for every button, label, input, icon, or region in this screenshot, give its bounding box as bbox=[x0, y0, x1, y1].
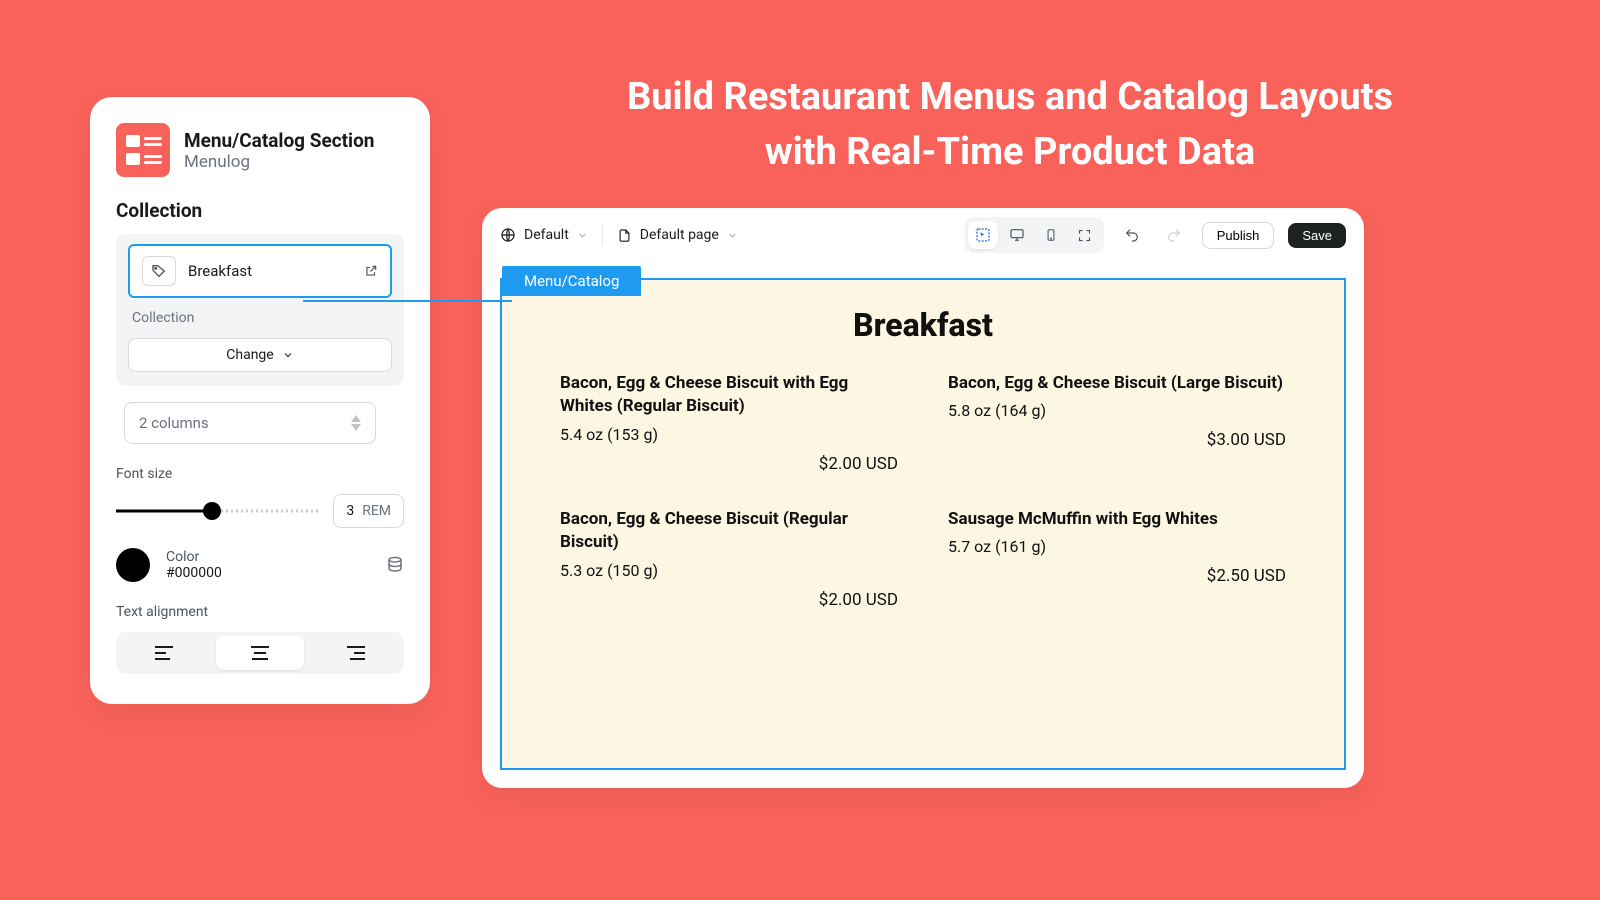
color-label: Color bbox=[166, 549, 370, 565]
editor-card: Default Default page bbox=[482, 208, 1364, 788]
menu-item-name: Bacon, Egg & Cheese Biscuit (Large Biscu… bbox=[948, 372, 1286, 395]
canvas[interactable]: Menu/Catalog Breakfast Bacon, Egg & Chee… bbox=[482, 262, 1364, 788]
menu-item-name: Bacon, Egg & Cheese Biscuit with Egg Whi… bbox=[560, 372, 898, 419]
slider-thumb[interactable] bbox=[203, 502, 221, 520]
publish-button[interactable]: Publish bbox=[1202, 222, 1275, 249]
selection-tab[interactable]: Menu/Catalog bbox=[502, 266, 641, 296]
alignment-toggle-group bbox=[116, 632, 404, 674]
menu-grid: Bacon, Egg & Cheese Biscuit with Egg Whi… bbox=[502, 372, 1344, 610]
device-mobile-button[interactable] bbox=[1036, 221, 1066, 249]
page-selector[interactable]: Default page bbox=[617, 227, 738, 243]
menu-item-meta: 5.7 oz (161 g) bbox=[948, 537, 1286, 556]
menu-item-price: $3.00 USD bbox=[948, 430, 1286, 450]
font-size-label: Font size bbox=[116, 466, 404, 482]
globe-icon bbox=[500, 227, 516, 243]
menu-item: Bacon, Egg & Cheese Biscuit (Large Biscu… bbox=[948, 372, 1286, 474]
text-alignment-label: Text alignment bbox=[116, 604, 404, 620]
font-size-value-box[interactable]: 3 REM bbox=[333, 494, 404, 528]
menu-item: Sausage McMuffin with Egg Whites 5.7 oz … bbox=[948, 508, 1286, 610]
menu-item: Bacon, Egg & Cheese Biscuit with Egg Whi… bbox=[560, 372, 898, 474]
save-button[interactable]: Save bbox=[1288, 223, 1346, 248]
align-center-button[interactable] bbox=[216, 636, 304, 670]
columns-select[interactable]: 2 columns bbox=[124, 402, 376, 444]
columns-stepper[interactable] bbox=[351, 415, 361, 431]
toolbar-separator bbox=[602, 224, 603, 246]
panel-subtitle: Menulog bbox=[184, 152, 374, 172]
chevron-down-icon bbox=[282, 349, 294, 361]
app-icon bbox=[116, 123, 170, 177]
theme-selector[interactable]: Default bbox=[500, 227, 588, 243]
collection-field-sublabel: Collection bbox=[132, 310, 388, 326]
color-swatch[interactable] bbox=[116, 548, 150, 582]
page-icon bbox=[617, 228, 632, 243]
panel-header: Menu/Catalog Section Menulog bbox=[116, 123, 404, 177]
menu-item-name: Sausage McMuffin with Egg Whites bbox=[948, 508, 1286, 531]
menu-item-price: $2.50 USD bbox=[948, 566, 1286, 586]
hero-line2: with Real-Time Product Data bbox=[765, 130, 1256, 174]
page-label: Default page bbox=[640, 227, 719, 243]
menu-item-meta: 5.3 oz (150 g) bbox=[560, 561, 898, 580]
chevron-down-icon bbox=[727, 230, 738, 241]
theme-label: Default bbox=[524, 227, 569, 243]
connector-line bbox=[303, 300, 512, 302]
external-link-icon[interactable] bbox=[364, 264, 378, 278]
menu-item: Bacon, Egg & Cheese Biscuit (Regular Bis… bbox=[560, 508, 898, 610]
settings-panel: Menu/Catalog Section Menulog Collection … bbox=[90, 97, 430, 704]
device-preview-group bbox=[964, 217, 1104, 253]
color-hex: #000000 bbox=[166, 565, 370, 581]
hero-title: Build Restaurant Menus and Catalog Layou… bbox=[480, 70, 1540, 180]
font-size-value: 3 bbox=[346, 503, 354, 519]
align-left-button[interactable] bbox=[120, 636, 208, 670]
device-fullscreen-button[interactable] bbox=[1070, 221, 1100, 249]
change-button-label: Change bbox=[226, 347, 273, 363]
editor-toolbar: Default Default page bbox=[482, 208, 1364, 262]
redo-button[interactable] bbox=[1160, 221, 1188, 249]
device-desktop-button[interactable] bbox=[1002, 221, 1032, 249]
database-icon[interactable] bbox=[386, 556, 404, 574]
menu-item-meta: 5.8 oz (164 g) bbox=[948, 401, 1286, 420]
change-collection-button[interactable]: Change bbox=[128, 338, 392, 372]
tag-icon bbox=[142, 256, 176, 286]
align-right-button[interactable] bbox=[312, 636, 400, 670]
menu-item-price: $2.00 USD bbox=[560, 454, 898, 474]
font-size-slider[interactable] bbox=[116, 502, 321, 520]
menu-item-meta: 5.4 oz (153 g) bbox=[560, 425, 898, 444]
collection-section-label: Collection bbox=[116, 199, 404, 222]
collection-box: Breakfast Collection Change bbox=[116, 234, 404, 386]
undo-button[interactable] bbox=[1118, 221, 1146, 249]
chevron-down-icon bbox=[577, 230, 588, 241]
collection-chip-label: Breakfast bbox=[188, 262, 358, 280]
columns-value: 2 columns bbox=[139, 414, 209, 432]
font-size-unit: REM bbox=[362, 503, 391, 519]
menu-item-name: Bacon, Egg & Cheese Biscuit (Regular Bis… bbox=[560, 508, 898, 555]
device-inspector-button[interactable] bbox=[968, 221, 998, 249]
hero-line1: Build Restaurant Menus and Catalog Layou… bbox=[627, 75, 1393, 119]
selected-section[interactable]: Menu/Catalog Breakfast Bacon, Egg & Chee… bbox=[500, 278, 1346, 770]
menu-item-price: $2.00 USD bbox=[560, 590, 898, 610]
panel-title: Menu/Catalog Section bbox=[184, 129, 374, 152]
collection-chip[interactable]: Breakfast bbox=[128, 244, 392, 298]
